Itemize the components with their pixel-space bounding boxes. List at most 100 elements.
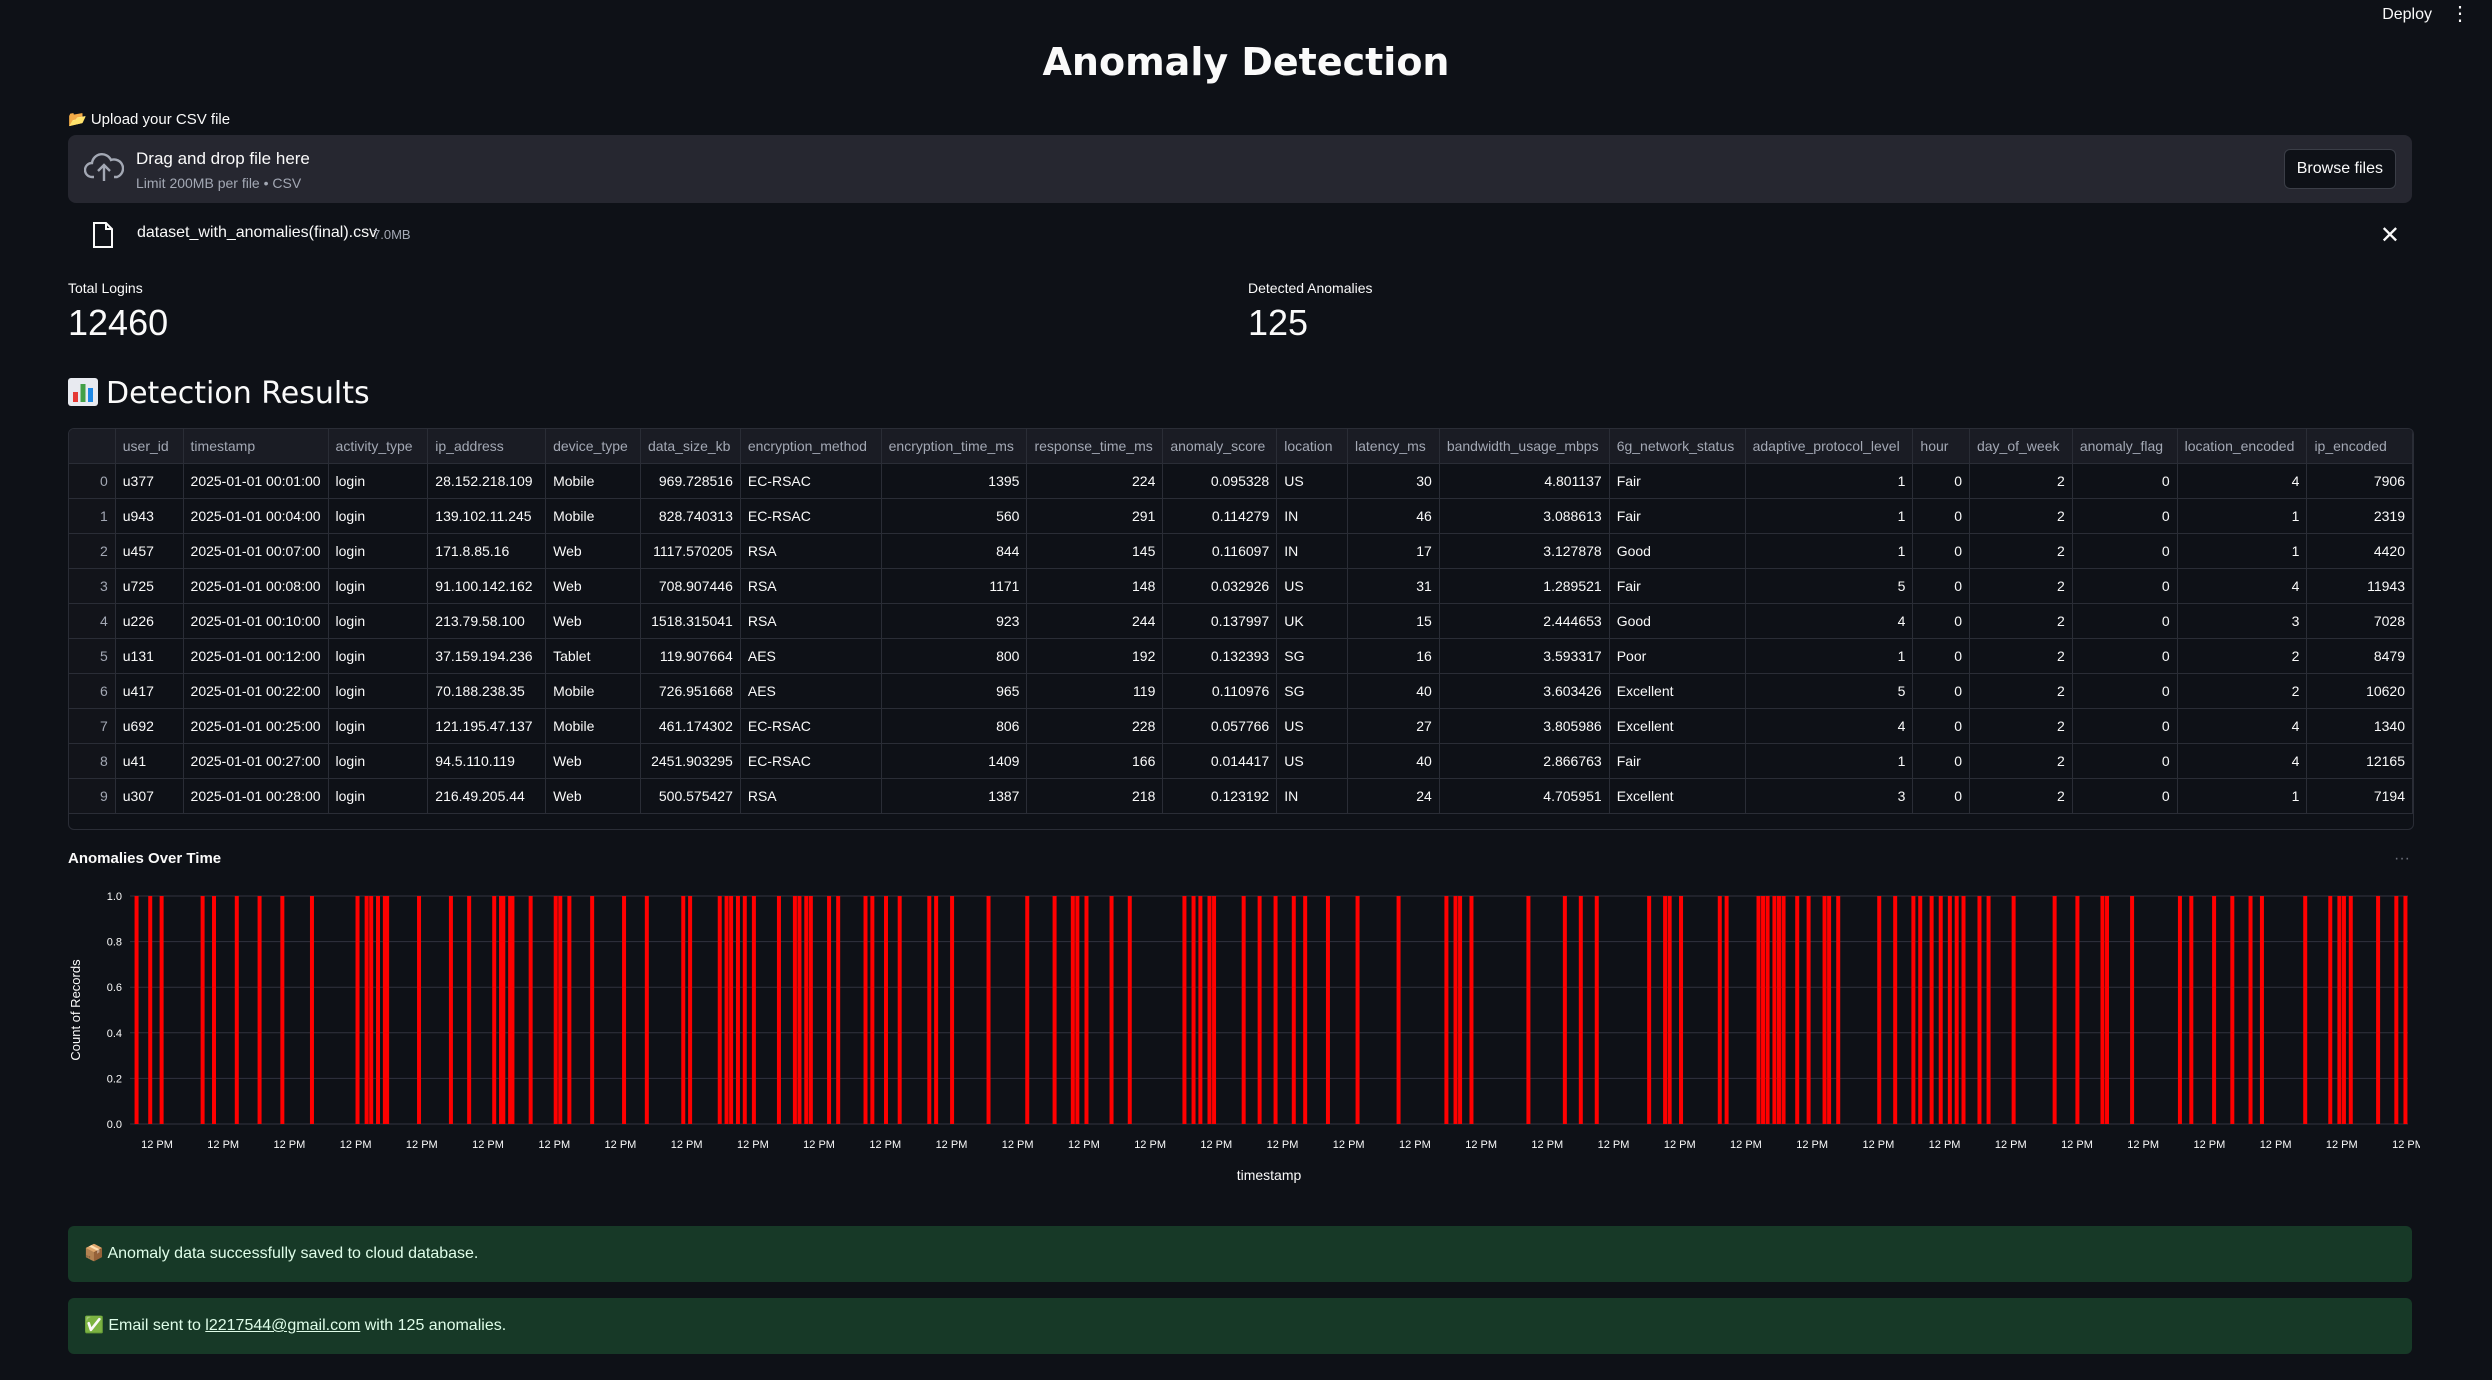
column-header[interactable]: anomaly_score: [1162, 429, 1278, 464]
table-row[interactable]: 3 u725 2025-01-01 00:08:00 login 91.100.142.…: [69, 568, 2413, 604]
anomaly-bar: [1938, 896, 1943, 1124]
column-header[interactable]: timestamp: [183, 429, 329, 464]
table-cell: Web: [545, 743, 641, 779]
column-header[interactable]: hour: [1912, 429, 1970, 464]
table-cell: EC-RSAC: [740, 463, 882, 499]
bar-chart-icon: [68, 378, 98, 406]
table-row[interactable]: 1 u943 2025-01-01 00:04:00 login 139.102.11.…: [69, 498, 2413, 534]
email-link[interactable]: l2217544@gmail.com: [205, 1317, 360, 1334]
table-cell: 40: [1347, 743, 1440, 779]
table-cell: login: [328, 638, 429, 674]
table-cell: login: [328, 463, 429, 499]
table-cell: Web: [545, 533, 641, 569]
column-header[interactable]: latency_ms: [1347, 429, 1440, 464]
anomaly-bar: [200, 896, 205, 1124]
results-table: user_id timestamp activity_type ip_address d…: [69, 429, 2413, 814]
anomaly-bar: [2052, 896, 2057, 1124]
column-header[interactable]: bandwidth_usage_mbps: [1439, 429, 1610, 464]
metric-detected-anomalies-label: Detected Anomalies: [1248, 280, 1373, 296]
table-cell: 17: [1347, 533, 1440, 569]
column-header[interactable]: anomaly_flag: [2072, 429, 2178, 464]
table-cell: login: [328, 673, 429, 709]
table-cell: SG: [1276, 638, 1348, 674]
table-cell: AES: [740, 638, 882, 674]
deploy-button[interactable]: Deploy: [2382, 6, 2432, 24]
kebab-menu-icon[interactable]: ⋮: [2450, 4, 2470, 24]
browse-files-button[interactable]: Browse files: [2283, 149, 2396, 189]
email-prefix: ✅ Email sent to: [84, 1317, 206, 1334]
column-header[interactable]: location: [1276, 429, 1348, 464]
table-cell: RSA: [740, 778, 882, 814]
table-cell: EC-RSAC: [740, 743, 882, 779]
x-tick-label: 12 PM: [605, 1139, 637, 1151]
table-cell: RSA: [740, 568, 882, 604]
results-dataframe[interactable]: user_id timestamp activity_type ip_address d…: [68, 428, 2414, 830]
anomaly-bar: [1594, 896, 1599, 1124]
file-dropzone[interactable]: Drag and drop file here Limit 200MB per …: [68, 135, 2412, 203]
table-cell: Web: [545, 778, 641, 814]
column-header[interactable]: encryption_time_ms: [881, 429, 1028, 464]
anomaly-bar: [1954, 896, 1959, 1124]
table-cell: Excellent: [1609, 708, 1746, 744]
column-header[interactable]: 6g_network_status: [1609, 429, 1746, 464]
metric-total-logins-label: Total Logins: [68, 280, 143, 296]
column-header[interactable]: activity_type: [328, 429, 429, 464]
x-axis-label: timestamp: [1237, 1167, 1302, 1183]
column-header[interactable]: device_type: [545, 429, 641, 464]
table-row[interactable]: 7 u692 2025-01-01 00:25:00 login 121.195.47.…: [69, 708, 2413, 744]
anomaly-bar: [1724, 896, 1729, 1124]
table-cell: 0.032926: [1162, 568, 1278, 604]
column-header[interactable]: location_encoded: [2177, 429, 2308, 464]
table-cell: login: [328, 603, 429, 639]
more-options-icon[interactable]: ···: [2394, 850, 2410, 868]
table-cell: UK: [1276, 603, 1348, 639]
table-cell: 2025-01-01 00:22:00: [183, 673, 329, 709]
table-row[interactable]: 9 u307 2025-01-01 00:28:00 login 216.49.205.…: [69, 778, 2413, 814]
table-cell: 0: [1912, 638, 1970, 674]
column-header[interactable]: day_of_week: [1969, 429, 2073, 464]
anomaly-bar: [776, 896, 781, 1124]
x-tick-label: 12 PM: [472, 1139, 504, 1151]
anomaly-bar: [1191, 896, 1196, 1124]
table-cell: 0.116097: [1162, 533, 1278, 569]
table-row[interactable]: 0 u377 2025-01-01 00:01:00 login 28.152.218.…: [69, 463, 2413, 499]
table-cell: 0: [2072, 778, 2178, 814]
table-cell: 7906: [2306, 463, 2413, 499]
table-cell: 2: [1969, 463, 2073, 499]
chart-title: Anomalies Over Time: [68, 850, 222, 867]
column-header[interactable]: data_size_kb: [640, 429, 741, 464]
anomaly-bar: [897, 896, 902, 1124]
anomaly-bar: [2100, 896, 2105, 1124]
column-header[interactable]: adaptive_protocol_level: [1745, 429, 1914, 464]
index-header[interactable]: [69, 429, 116, 464]
table-cell: 0: [2072, 708, 2178, 744]
save-success-text: 📦 Anomaly data successfully saved to clo…: [84, 1245, 479, 1262]
table-row[interactable]: 4 u226 2025-01-01 00:10:00 login 213.79.58.1…: [69, 603, 2413, 639]
table-cell: 4.705951: [1439, 778, 1610, 814]
table-row[interactable]: 8 u41 2025-01-01 00:27:00 login 94.5.110.119…: [69, 743, 2413, 779]
table-cell: 224: [1026, 463, 1164, 499]
x-tick-label: 12 PM: [803, 1139, 835, 1151]
column-header[interactable]: encryption_method: [740, 429, 882, 464]
column-header[interactable]: user_id: [115, 429, 184, 464]
anomaly-bar: [1207, 896, 1212, 1124]
email-suffix: with 125 anomalies.: [360, 1317, 507, 1334]
close-icon[interactable]: ✕: [2380, 221, 2400, 250]
table-cell: 46: [1347, 498, 1440, 534]
table-cell: 3.603426: [1439, 673, 1610, 709]
table-row[interactable]: 6 u417 2025-01-01 00:22:00 login 70.188.238.…: [69, 673, 2413, 709]
table-cell: 0.110976: [1162, 673, 1278, 709]
row-index: 0: [69, 463, 116, 499]
table-cell: 148: [1026, 568, 1164, 604]
column-header[interactable]: ip_address: [427, 429, 547, 464]
table-row[interactable]: 5 u131 2025-01-01 00:12:00 login 37.159.194.…: [69, 638, 2413, 674]
anomaly-bar: [1836, 896, 1841, 1124]
anomaly-bar: [1453, 896, 1458, 1124]
table-row[interactable]: 2 u457 2025-01-01 00:07:00 login 171.8.85.16…: [69, 533, 2413, 569]
upload-label: 📂 Upload your CSV file: [68, 111, 231, 128]
table-cell: 0: [1912, 568, 1970, 604]
table-cell: 1: [1745, 638, 1914, 674]
column-header[interactable]: ip_encoded: [2306, 429, 2413, 464]
detection-results-heading: Detection Results: [68, 376, 370, 411]
column-header[interactable]: response_time_ms: [1026, 429, 1164, 464]
